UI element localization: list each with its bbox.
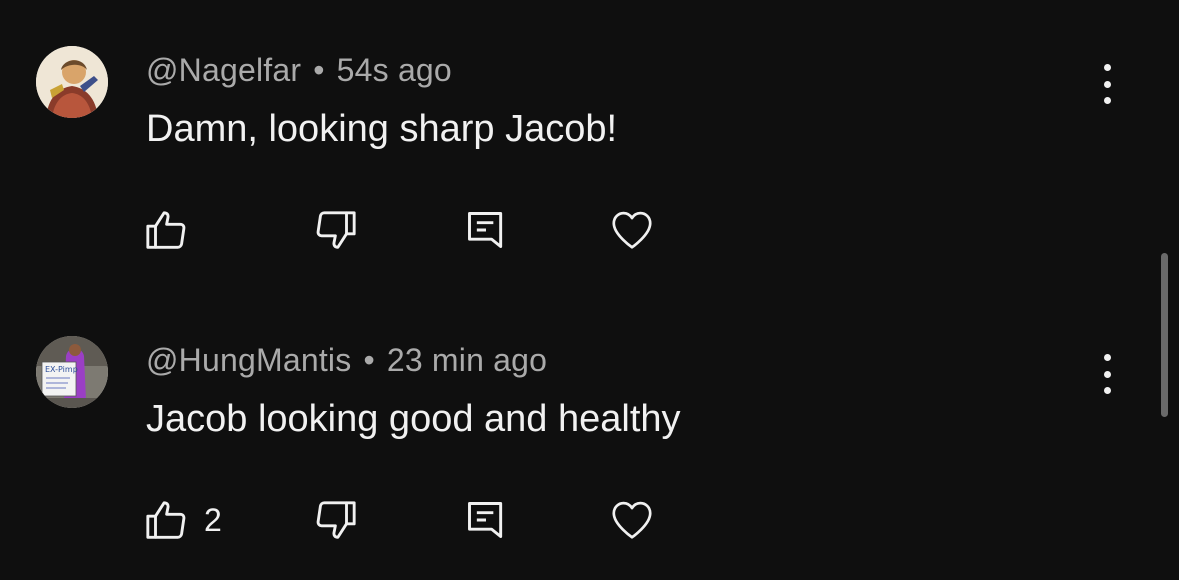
comment-meta: @Nagelfar • 54s ago xyxy=(146,52,452,89)
more-vertical-icon xyxy=(1103,64,1111,71)
comment-text: Damn, looking sharp Jacob! xyxy=(146,108,618,150)
comment-actions: 2 xyxy=(0,490,700,550)
comment-actions xyxy=(0,200,700,260)
thumbs-down-icon xyxy=(316,211,356,249)
avatar-image xyxy=(36,46,108,118)
more-vertical-icon xyxy=(1103,387,1111,394)
author-name[interactable]: @HungMantis xyxy=(146,342,351,378)
reply-button[interactable] xyxy=(464,200,508,260)
avatar-sign-text: EX-Pimp xyxy=(45,365,78,374)
thumbs-down-icon xyxy=(316,501,356,539)
comment-item: EX-Pimp @HungMantis • 23 min ago Jacob loo… xyxy=(0,290,1179,580)
love-button[interactable] xyxy=(608,200,656,260)
comment-meta: @HungMantis • 23 min ago xyxy=(146,342,547,379)
meta-separator: • xyxy=(363,342,375,378)
thumbs-up-icon xyxy=(146,211,186,249)
avatar-image: EX-Pimp xyxy=(36,336,108,408)
like-count: 2 xyxy=(204,501,222,538)
reply-icon xyxy=(468,212,503,248)
avatar[interactable] xyxy=(36,46,108,118)
dislike-button[interactable] xyxy=(312,490,358,550)
dislike-button[interactable] xyxy=(312,200,358,260)
more-vertical-icon xyxy=(1103,354,1111,361)
comment-timestamp[interactable]: 23 min ago xyxy=(387,342,547,378)
comment-item: @Nagelfar • 54s ago Damn, looking sharp Ja… xyxy=(0,0,1179,290)
more-options-button[interactable] xyxy=(1090,62,1124,106)
scrollbar[interactable] xyxy=(1161,253,1168,417)
like-button[interactable]: 2 xyxy=(144,490,222,550)
love-button[interactable] xyxy=(608,490,656,550)
comment-timestamp[interactable]: 54s ago xyxy=(337,52,452,88)
more-options-button[interactable] xyxy=(1090,352,1124,396)
reply-button[interactable] xyxy=(464,490,508,550)
avatar[interactable]: EX-Pimp xyxy=(36,336,108,408)
more-vertical-icon xyxy=(1103,97,1111,104)
more-vertical-icon xyxy=(1103,80,1111,88)
author-name[interactable]: @Nagelfar xyxy=(146,52,301,88)
comment-text: Jacob looking good and healthy xyxy=(146,398,681,440)
meta-separator: • xyxy=(313,52,325,88)
reply-icon xyxy=(468,502,503,538)
thumbs-up-icon xyxy=(146,501,186,539)
like-button[interactable] xyxy=(144,200,204,260)
heart-icon xyxy=(612,501,652,539)
more-vertical-icon xyxy=(1103,370,1111,378)
heart-icon xyxy=(612,211,652,249)
